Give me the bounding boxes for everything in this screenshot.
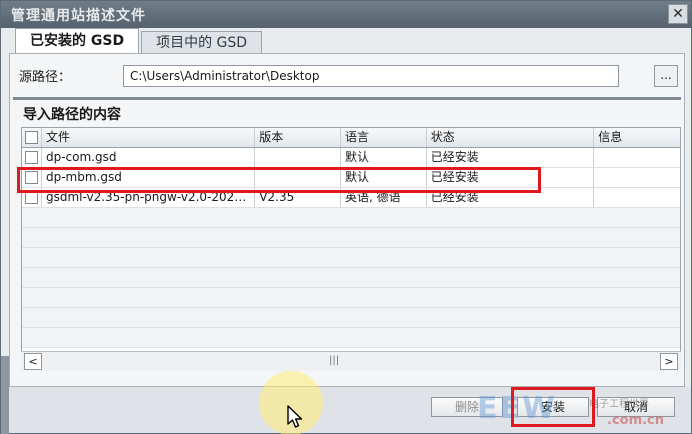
column-header-language[interactable]: 语言 [341, 128, 427, 147]
checkbox-icon[interactable] [25, 151, 38, 164]
gsd-file-table: 文件 版本 语言 状态 信息 dp-com.gsd 默认 已经安装 dp-mbm… [21, 127, 681, 371]
cell-file: dp-com.gsd [42, 148, 256, 167]
section-title: 导入路径的内容 [23, 107, 121, 123]
column-header-status[interactable]: 状态 [427, 128, 595, 147]
tab-strip: 已安装的 GSD 项目中的 GSD [15, 28, 263, 54]
cell-version [255, 148, 342, 167]
checkbox-icon[interactable] [25, 131, 38, 144]
cell-info [594, 148, 680, 167]
column-header-version[interactable]: 版本 [255, 128, 342, 147]
title-bar[interactable]: 管理通用站描述文件 ✕ [1, 1, 691, 28]
row-checkbox[interactable] [22, 148, 42, 167]
mouse-cursor-icon [287, 405, 303, 428]
scroll-right-button[interactable]: > [660, 353, 678, 370]
table-row-empty [22, 288, 680, 308]
table-row-empty [22, 268, 680, 288]
table-row-empty [22, 328, 680, 348]
gsd-manager-dialog: 管理通用站描述文件 ✕ 已安装的 GSD 项目中的 GSD 源路径： C:\Us… [0, 0, 692, 434]
close-button[interactable]: ✕ [668, 4, 688, 24]
browse-button[interactable]: ... [654, 65, 678, 87]
cell-info [594, 188, 680, 207]
watermark-site: .com.cn [607, 413, 665, 428]
column-header-file[interactable]: 文件 [42, 128, 256, 147]
cell-info [594, 168, 680, 187]
table-row[interactable]: dp-com.gsd 默认 已经安装 [22, 148, 680, 168]
cell-status: 已经安装 [427, 148, 595, 167]
highlight-box-install-button [511, 387, 595, 427]
tab-project-gsd[interactable]: 项目中的 GSD [141, 31, 263, 54]
watermark-subtitle: 电子工程世界 [589, 399, 649, 410]
source-path-input[interactable]: C:\Users\Administrator\Desktop [123, 65, 619, 87]
section-divider [13, 97, 681, 100]
scroll-left-button[interactable]: < [24, 353, 42, 370]
dialog-title: 管理通用站描述文件 [11, 8, 146, 24]
header-select-all[interactable] [22, 128, 42, 147]
tab-installed-gsd[interactable]: 已安装的 GSD [15, 28, 140, 54]
table-header: 文件 版本 语言 状态 信息 [22, 128, 680, 148]
cell-language: 默认 [341, 148, 427, 167]
highlight-box-dp-mbm-row [17, 167, 541, 193]
scroll-thumb-grip[interactable]: ||| [329, 355, 339, 366]
table-row-empty [22, 308, 680, 328]
source-path-label: 源路径： [19, 70, 72, 85]
table-row-empty [22, 208, 680, 228]
table-row-empty [22, 248, 680, 268]
table-row-empty [22, 228, 680, 248]
horizontal-scrollbar[interactable]: < ||| > [21, 351, 681, 371]
column-header-info[interactable]: 信息 [594, 128, 680, 147]
background-window-edge [1, 356, 9, 434]
